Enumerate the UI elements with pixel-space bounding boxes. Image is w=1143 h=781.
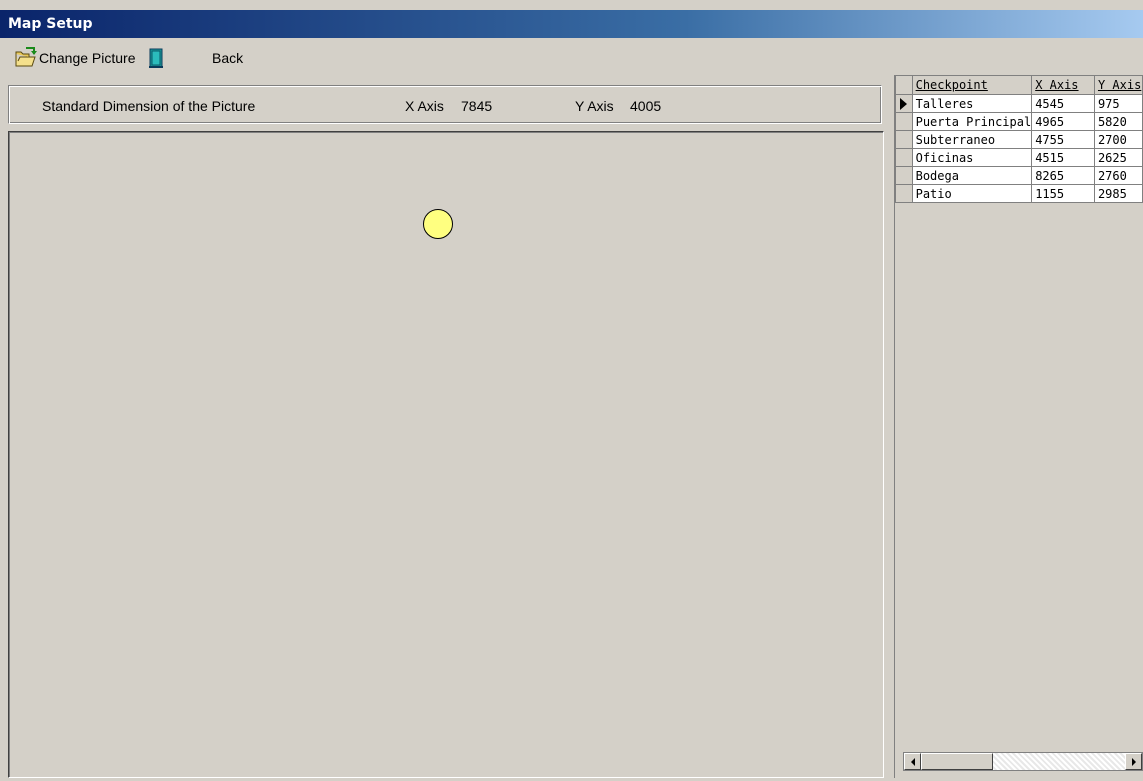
x-axis-cell[interactable]: 8265 bbox=[1031, 166, 1095, 185]
folder-open-icon bbox=[14, 47, 38, 69]
x-axis-cell[interactable]: 4755 bbox=[1031, 130, 1095, 149]
x-axis-cell[interactable]: 4515 bbox=[1031, 148, 1095, 167]
toolbar: Change Picture Back bbox=[0, 40, 1143, 76]
y-axis-cell[interactable]: 2625 bbox=[1093, 148, 1143, 167]
scroll-left-button[interactable] bbox=[904, 753, 921, 770]
exit-door-icon bbox=[148, 47, 164, 69]
row-selector[interactable] bbox=[895, 166, 913, 185]
row-selector[interactable] bbox=[895, 94, 913, 113]
row-selector[interactable] bbox=[895, 130, 913, 149]
back-label: Back bbox=[212, 50, 244, 66]
column-header-x-axis[interactable]: X Axis bbox=[1031, 75, 1095, 95]
checkpoint-marker[interactable] bbox=[423, 209, 453, 239]
checkpoint-cell[interactable]: Patio bbox=[911, 184, 1033, 203]
y-axis-label: Y Axis bbox=[575, 98, 614, 114]
table-row[interactable]: Puerta Principal 4965 5820 bbox=[895, 112, 1143, 131]
y-axis-value: 4005 bbox=[630, 98, 662, 114]
column-header-y-axis[interactable]: Y Axis bbox=[1093, 75, 1143, 95]
x-axis-cell[interactable]: 1155 bbox=[1031, 184, 1095, 203]
checkpoint-grid[interactable]: Checkpoint X Axis Y Axis Talleres 4545 9… bbox=[894, 75, 1143, 778]
window-title: Map Setup bbox=[0, 10, 1143, 38]
y-axis-cell[interactable]: 2700 bbox=[1093, 130, 1143, 149]
table-row[interactable]: Oficinas 4515 2625 bbox=[895, 148, 1143, 167]
table-row[interactable]: Subterraneo 4755 2700 bbox=[895, 130, 1143, 149]
x-axis-value: 7845 bbox=[461, 98, 493, 114]
y-axis-cell[interactable]: 5820 bbox=[1093, 112, 1143, 131]
grid-horizontal-scrollbar[interactable] bbox=[903, 752, 1143, 771]
checkpoint-cell[interactable]: Subterraneo bbox=[911, 130, 1033, 149]
change-picture-label: Change Picture bbox=[39, 50, 136, 66]
column-header-checkpoint[interactable]: Checkpoint bbox=[911, 75, 1033, 95]
checkpoint-cell[interactable]: Oficinas bbox=[911, 148, 1033, 167]
y-axis-cell[interactable]: 2760 bbox=[1093, 166, 1143, 185]
scrollbar-thumb[interactable] bbox=[921, 753, 993, 770]
x-axis-cell[interactable]: 4545 bbox=[1031, 94, 1095, 113]
scroll-right-button[interactable] bbox=[1125, 753, 1142, 770]
table-row[interactable]: Bodega 8265 2760 bbox=[895, 166, 1143, 185]
title-bar: Map Setup bbox=[0, 0, 1143, 38]
checkpoint-table: Checkpoint X Axis Y Axis Talleres 4545 9… bbox=[895, 75, 1143, 203]
table-row[interactable]: Patio 1155 2985 bbox=[895, 184, 1143, 203]
table-row[interactable]: Talleres 4545 975 bbox=[895, 94, 1143, 113]
change-picture-button[interactable]: Change Picture bbox=[14, 46, 164, 70]
checkpoint-cell[interactable]: Puerta Principal bbox=[911, 112, 1033, 131]
x-axis-label: X Axis bbox=[405, 98, 444, 114]
x-axis-cell[interactable]: 4965 bbox=[1031, 112, 1095, 131]
picture-dimension-panel: Standard Dimension of the Picture X Axis… bbox=[8, 85, 882, 124]
back-button[interactable]: Back bbox=[212, 46, 243, 70]
checkpoint-cell[interactable]: Talleres bbox=[911, 94, 1033, 113]
grid-corner-cell bbox=[895, 75, 913, 95]
y-axis-cell[interactable]: 975 bbox=[1093, 94, 1143, 113]
arrow-left-icon bbox=[910, 757, 915, 766]
dimension-label: Standard Dimension of the Picture bbox=[42, 98, 256, 114]
row-selector[interactable] bbox=[895, 184, 913, 203]
y-axis-cell[interactable]: 2985 bbox=[1093, 184, 1143, 203]
row-pointer-icon bbox=[900, 98, 908, 110]
row-selector[interactable] bbox=[895, 148, 913, 167]
arrow-right-icon bbox=[1131, 757, 1136, 766]
grid-header-row: Checkpoint X Axis Y Axis bbox=[895, 75, 1143, 95]
row-selector[interactable] bbox=[895, 112, 913, 131]
checkpoint-cell[interactable]: Bodega bbox=[911, 166, 1033, 185]
